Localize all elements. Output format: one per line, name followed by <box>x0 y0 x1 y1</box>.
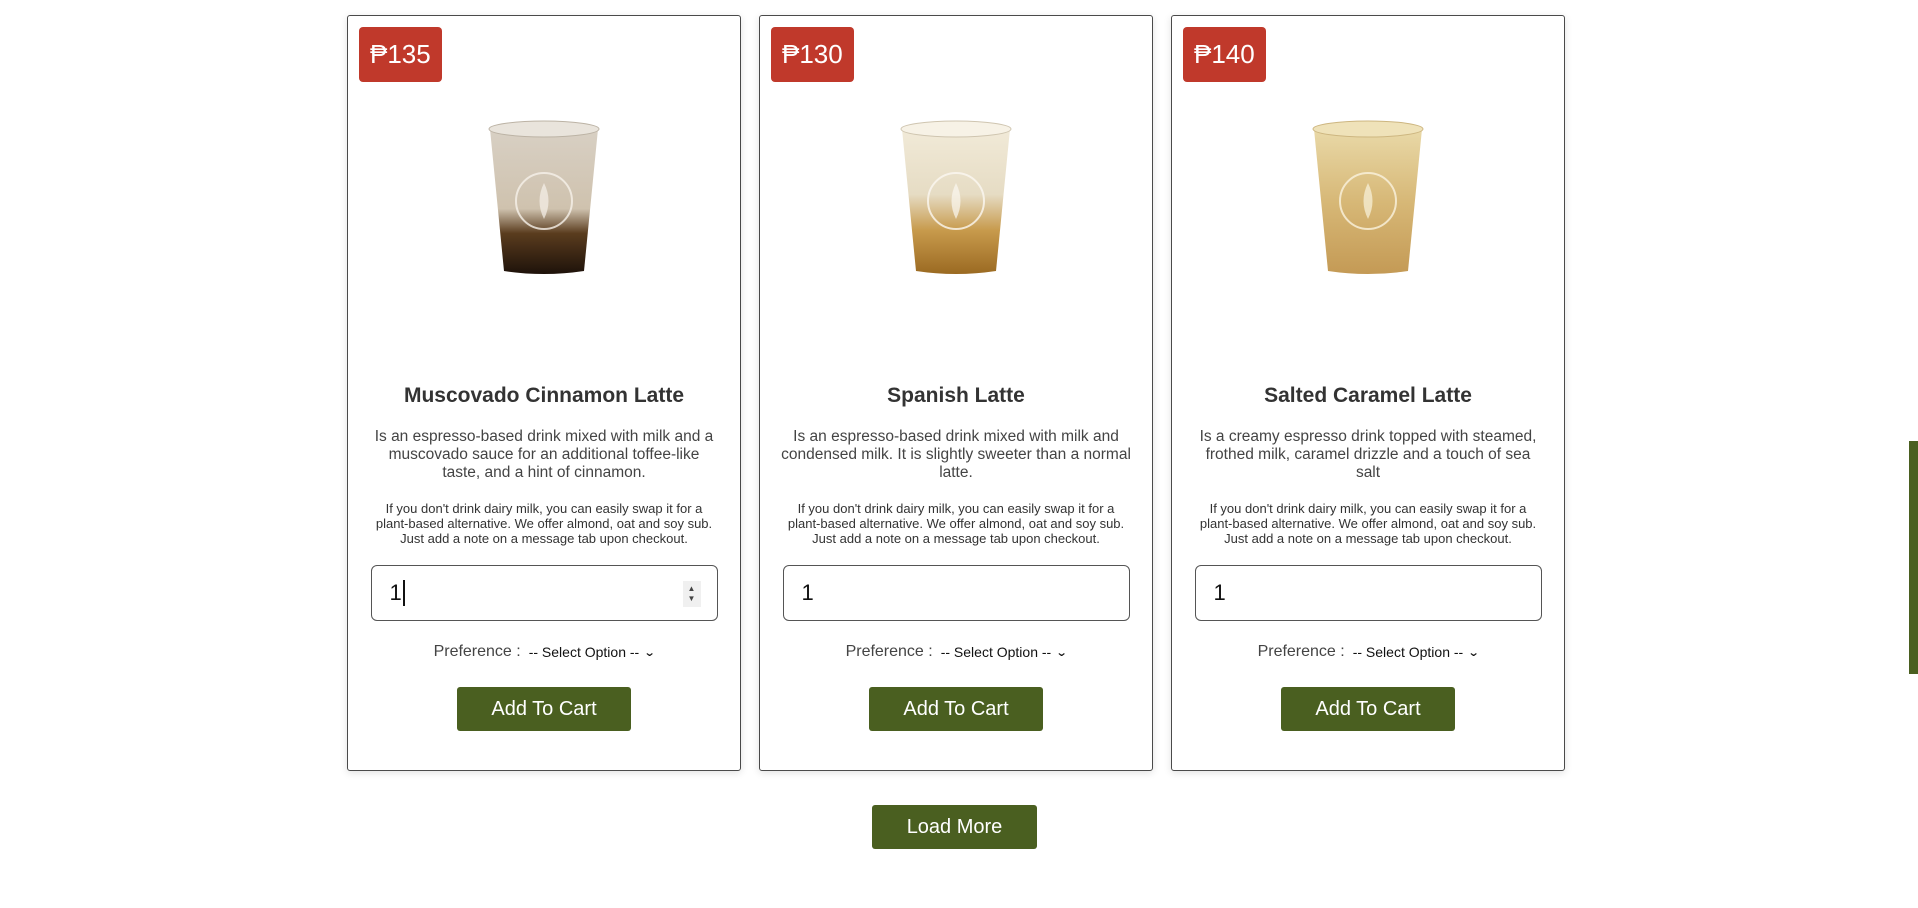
quantity-value: 1 <box>801 580 814 605</box>
preference-row: Preference : -- Select Option -- ⌄ <box>845 643 1068 661</box>
quantity-value: 1 <box>1213 580 1226 605</box>
price-badge: ₱135 <box>359 27 442 82</box>
product-description: Is a creamy espresso drink topped with s… <box>1199 428 1537 481</box>
product-name: Salted Caramel Latte <box>1264 384 1472 407</box>
preference-label: Preference : <box>845 643 933 660</box>
dairy-note: If you don't drink dairy milk, you can e… <box>1199 501 1537 546</box>
chevron-down-icon: ⌄ <box>643 646 656 659</box>
product-name: Muscovado Cinnamon Latte <box>403 384 685 407</box>
quantity-input[interactable]: 1 <box>782 565 1130 621</box>
product-image <box>886 111 1026 281</box>
product-image <box>1298 111 1438 281</box>
price-badge: ₱140 <box>1183 27 1266 82</box>
dairy-note: If you don't drink dairy milk, you can e… <box>375 501 713 546</box>
quantity-value: 1 <box>389 580 402 605</box>
stepper-down-icon[interactable]: ▼ <box>688 594 696 604</box>
iced-latte-cup-dark-icon <box>488 120 600 274</box>
product-image <box>474 111 614 281</box>
quantity-input[interactable]: 1 <box>1194 565 1542 621</box>
preference-select[interactable]: -- Select Option -- ⌄ <box>1352 644 1480 660</box>
menu-page: ₱135 Muscovado Cinnamon Latte Is an espr… <box>0 0 1918 908</box>
iced-latte-cup-caramel-icon <box>1312 120 1424 274</box>
add-to-cart-button[interactable]: Add To Cart <box>457 687 631 731</box>
preference-value: -- Select Option -- <box>1352 644 1464 660</box>
preference-label: Preference : <box>433 643 521 660</box>
product-card: ₱135 Muscovado Cinnamon Latte Is an espr… <box>347 15 741 771</box>
stepper-up-icon[interactable]: ▲ <box>688 584 696 594</box>
chevron-down-icon: ⌄ <box>1055 646 1068 659</box>
product-description: Is an espresso-based drink mixed with mi… <box>374 428 714 481</box>
product-card: ₱130 Spanish Latte Is an espresso-based … <box>759 15 1153 771</box>
quantity-input[interactable]: 1 ▲ ▼ <box>370 565 718 621</box>
add-to-cart-button[interactable]: Add To Cart <box>1281 687 1455 731</box>
product-grid: ₱135 Muscovado Cinnamon Latte Is an espr… <box>347 15 1565 771</box>
price-badge: ₱130 <box>771 27 854 82</box>
load-more-button[interactable]: Load More <box>872 805 1037 849</box>
iced-latte-cup-amber-icon <box>900 120 1012 274</box>
preference-select[interactable]: -- Select Option -- ⌄ <box>528 644 656 660</box>
product-name: Spanish Latte <box>887 384 1025 407</box>
preference-select[interactable]: -- Select Option -- ⌄ <box>940 644 1068 660</box>
preference-value: -- Select Option -- <box>940 644 1052 660</box>
preference-value: -- Select Option -- <box>528 644 640 660</box>
preference-row: Preference : -- Select Option -- ⌄ <box>1257 643 1480 661</box>
chevron-down-icon: ⌄ <box>1467 646 1480 659</box>
preference-row: Preference : -- Select Option -- ⌄ <box>433 643 656 661</box>
preference-label: Preference : <box>1257 643 1345 660</box>
product-description: Is an espresso-based drink mixed with mi… <box>781 428 1131 481</box>
quantity-stepper[interactable]: ▲ ▼ <box>682 581 701 607</box>
side-tab[interactable] <box>1909 441 1918 674</box>
product-card: ₱140 Salted Caramel Latte Is a creamy es… <box>1171 15 1565 771</box>
dairy-note: If you don't drink dairy milk, you can e… <box>787 501 1125 546</box>
text-caret <box>402 580 405 606</box>
add-to-cart-button[interactable]: Add To Cart <box>869 687 1043 731</box>
